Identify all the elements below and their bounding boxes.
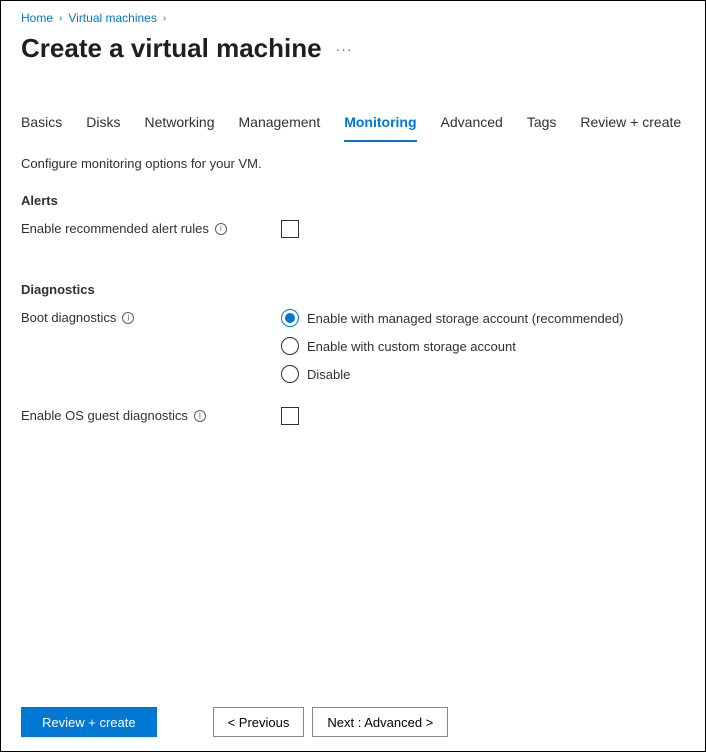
tab-advanced[interactable]: Advanced [441, 108, 503, 142]
field-label: Enable recommended alert rules i [21, 220, 281, 236]
field-control [281, 407, 685, 425]
chevron-right-icon: › [163, 13, 166, 24]
breadcrumb: Home › Virtual machines › [1, 1, 705, 29]
section-heading-alerts: Alerts [21, 193, 685, 208]
label-text: Boot diagnostics [21, 310, 116, 325]
checkbox-os-guest-diagnostics[interactable] [281, 407, 299, 425]
radio-option-custom-storage[interactable]: Enable with custom storage account [281, 337, 685, 355]
info-icon[interactable]: i [215, 223, 227, 235]
tab-monitoring[interactable]: Monitoring [344, 108, 416, 142]
field-label: Enable OS guest diagnostics i [21, 407, 281, 423]
more-actions-icon[interactable]: ··· [336, 41, 353, 57]
label-text: Enable recommended alert rules [21, 221, 209, 236]
page-title: Create a virtual machine [21, 33, 322, 64]
footer-nav-buttons: < Previous Next : Advanced > [213, 707, 449, 737]
label-text: Enable OS guest diagnostics [21, 408, 188, 423]
radio-label: Enable with custom storage account [307, 339, 516, 354]
next-button[interactable]: Next : Advanced > [312, 707, 448, 737]
field-label: Boot diagnostics i [21, 309, 281, 325]
radio-label: Disable [307, 367, 350, 382]
field-control [281, 220, 685, 238]
field-enable-alert-rules: Enable recommended alert rules i [21, 220, 685, 238]
checkbox-enable-alert-rules[interactable] [281, 220, 299, 238]
description-text: Configure monitoring options for your VM… [21, 156, 685, 171]
review-create-button[interactable]: Review + create [21, 707, 157, 737]
radio-group-boot-diagnostics: Enable with managed storage account (rec… [281, 309, 685, 383]
tabs: Basics Disks Networking Management Monit… [1, 108, 705, 142]
tab-basics[interactable]: Basics [21, 108, 62, 142]
tab-management[interactable]: Management [239, 108, 321, 142]
breadcrumb-virtual-machines[interactable]: Virtual machines [68, 11, 157, 25]
title-row: Create a virtual machine ··· [1, 29, 705, 84]
section-heading-diagnostics: Diagnostics [21, 282, 685, 297]
radio-icon [281, 365, 299, 383]
tab-disks[interactable]: Disks [86, 108, 120, 142]
radio-label: Enable with managed storage account (rec… [307, 311, 624, 326]
footer: Review + create < Previous Next : Advanc… [1, 695, 705, 751]
tab-tags[interactable]: Tags [527, 108, 557, 142]
radio-icon [281, 309, 299, 327]
field-boot-diagnostics: Boot diagnostics i Enable with managed s… [21, 309, 685, 383]
tab-networking[interactable]: Networking [144, 108, 214, 142]
tab-review-create[interactable]: Review + create [580, 108, 681, 142]
breadcrumb-home[interactable]: Home [21, 11, 53, 25]
chevron-right-icon: › [59, 13, 62, 24]
field-os-guest-diagnostics: Enable OS guest diagnostics i [21, 407, 685, 425]
info-icon[interactable]: i [194, 410, 206, 422]
content-panel: Configure monitoring options for your VM… [1, 142, 705, 695]
info-icon[interactable]: i [122, 312, 134, 324]
radio-option-disable[interactable]: Disable [281, 365, 685, 383]
previous-button[interactable]: < Previous [213, 707, 305, 737]
radio-icon [281, 337, 299, 355]
radio-option-managed-storage[interactable]: Enable with managed storage account (rec… [281, 309, 685, 327]
